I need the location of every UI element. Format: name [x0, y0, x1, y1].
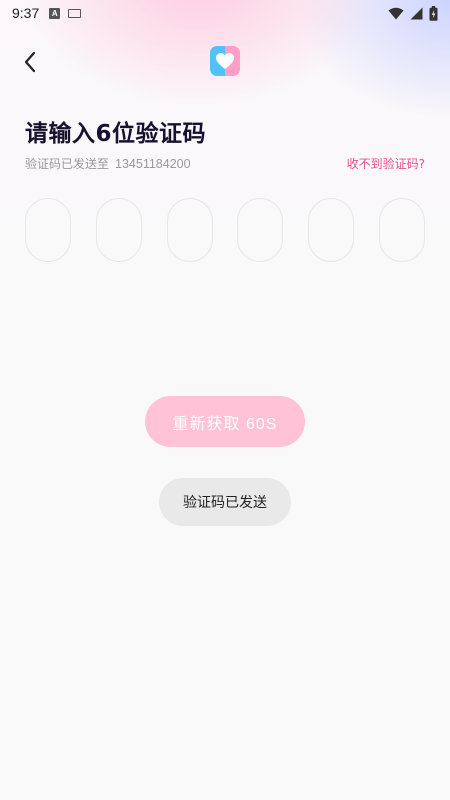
- chevron-left-icon: [24, 51, 36, 73]
- verification-code-input[interactable]: [25, 198, 425, 262]
- code-digit-box-1[interactable]: [25, 198, 71, 262]
- wifi-icon: [388, 7, 404, 19]
- top-header: [0, 38, 450, 86]
- status-time: 9:37: [12, 5, 40, 21]
- code-digit-box-2[interactable]: [95, 198, 142, 262]
- code-digit-box-3[interactable]: [166, 198, 213, 262]
- toast-message: 验证码已发送: [159, 478, 291, 526]
- code-digit-box-6[interactable]: [378, 198, 425, 262]
- signal-icon: [410, 7, 423, 19]
- sent-prefix-text: 验证码已发送至: [25, 157, 110, 171]
- page-title: 请输入6位验证码: [25, 121, 207, 147]
- sent-info-row: 验证码已发送至 13451184200 收不到验证码?: [25, 155, 425, 172]
- status-right-icons: [388, 5, 438, 21]
- resend-code-button[interactable]: 重新获取 60S: [145, 396, 305, 447]
- status-bar: 9:37 A: [0, 0, 450, 26]
- app-logo: [210, 46, 240, 76]
- code-digit-box-5[interactable]: [308, 198, 355, 262]
- no-code-link[interactable]: 收不到验证码?: [347, 155, 425, 172]
- keyboard-icon: [68, 8, 82, 18]
- phone-number: 13451184200: [115, 156, 191, 171]
- heart-icon: [216, 53, 234, 69]
- code-digit-box-4[interactable]: [237, 198, 284, 262]
- a-badge-icon: A: [49, 7, 61, 19]
- battery-icon: [429, 5, 438, 21]
- back-button[interactable]: [14, 46, 46, 78]
